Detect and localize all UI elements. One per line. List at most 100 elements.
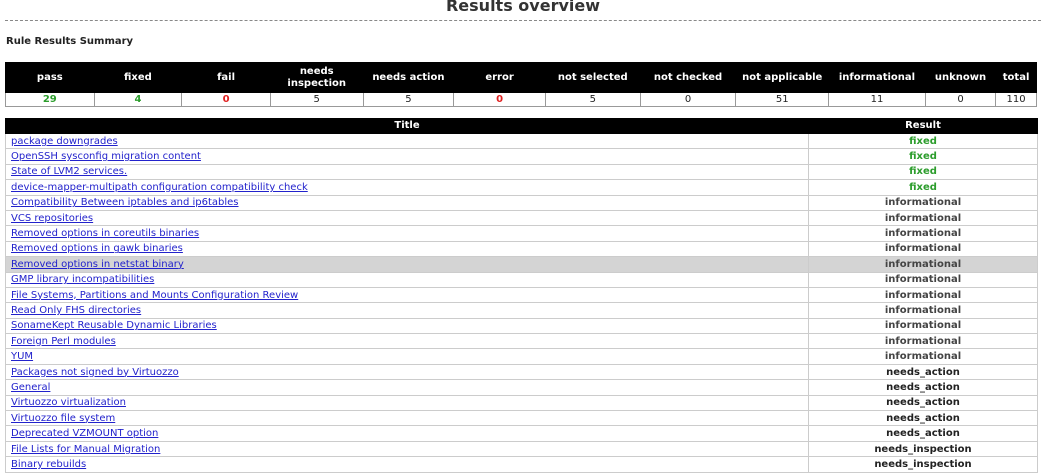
result-status: informational <box>808 271 1038 288</box>
rule-title-link[interactable]: Compatibility Between iptables and ip6ta… <box>11 197 239 208</box>
summary-header-pass: pass <box>5 62 95 93</box>
result-status: needs_action <box>808 363 1038 381</box>
result-status: informational <box>808 302 1038 319</box>
rule-title-link[interactable]: Deprecated VZMOUNT option <box>11 428 158 439</box>
result-title-cell: Removed options in coreutils binaries <box>5 225 809 242</box>
result-status: fixed <box>808 179 1038 196</box>
result-row: package downgrades fixed <box>5 132 1038 150</box>
result-status: informational <box>808 333 1038 350</box>
result-row: Read Only FHS directories informational <box>5 302 1038 319</box>
rule-title-link[interactable]: Removed options in gawk binaries <box>11 243 183 254</box>
result-status: needs_inspection <box>808 440 1038 458</box>
rule-title-link[interactable]: File Systems, Partitions and Mounts Conf… <box>11 290 298 301</box>
result-status: informational <box>808 348 1038 365</box>
summary-value-needs-action: 5 <box>362 92 455 107</box>
result-title-cell: Read Only FHS directories <box>5 302 809 319</box>
rule-title-link[interactable]: package downgrades <box>11 136 118 147</box>
summary-header-row: pass fixed fail needs inspection needs a… <box>5 62 1037 93</box>
result-row: Removed options in coreutils binaries inf… <box>5 225 1038 242</box>
summary-value-not-checked: 0 <box>639 92 737 107</box>
summary-value-row: 29 4 0 5 5 0 5 0 51 11 0 110 <box>5 92 1037 107</box>
result-status: informational <box>808 256 1038 273</box>
result-row: Removed options in netstat binary informa… <box>5 256 1038 273</box>
rule-title-link[interactable]: SonameKept Reusable Dynamic Libraries <box>11 320 217 331</box>
summary-value-not-selected: 5 <box>544 92 641 107</box>
result-row: File Systems, Partitions and Mounts Conf… <box>5 286 1038 304</box>
summary-header-error: error <box>453 62 546 93</box>
rule-title-link[interactable]: General <box>11 382 50 393</box>
rule-title-link[interactable]: device-mapper-multipath configuration co… <box>11 182 308 193</box>
result-row: Compatibility Between iptables and ip6ta… <box>5 194 1038 211</box>
summary-value-total: 110 <box>995 92 1037 107</box>
result-title-cell: Deprecated VZMOUNT option <box>5 425 809 442</box>
rule-title-link[interactable]: Virtuozzo virtualization <box>11 397 126 408</box>
summary-value-pass: 29 <box>5 92 95 107</box>
result-status: informational <box>808 225 1038 242</box>
result-row: VCS repositories informational <box>5 209 1038 227</box>
result-row: GMP library incompatibilities information… <box>5 271 1038 288</box>
summary-value-not-applicable: 51 <box>735 92 830 107</box>
result-row: Binary rebuilds needs_inspection <box>5 456 1038 473</box>
rule-title-link[interactable]: VCS repositories <box>11 213 93 224</box>
results-header-title: Title <box>5 118 809 134</box>
result-title-cell: Virtuozzo file system <box>5 410 809 427</box>
result-status: fixed <box>808 132 1038 150</box>
result-title-cell: Removed options in gawk binaries <box>5 240 809 258</box>
result-row: Foreign Perl modules informational <box>5 333 1038 350</box>
result-status: fixed <box>808 148 1038 165</box>
page-title: Results overview <box>445 0 601 15</box>
result-row: Packages not signed by Virtuozzo needs_ac… <box>5 363 1038 381</box>
result-status: informational <box>808 286 1038 304</box>
results-header-row: Title Result <box>5 118 1038 134</box>
rule-title-link[interactable]: Removed options in coreutils binaries <box>11 228 199 239</box>
summary-value-informational: 11 <box>828 92 926 107</box>
result-row: Virtuozzo virtualization needs_action <box>5 394 1038 412</box>
result-status: informational <box>808 209 1038 227</box>
rule-title-link[interactable]: OpenSSH sysconfig migration content <box>11 151 201 162</box>
result-title-cell: package downgrades <box>5 132 809 150</box>
result-title-cell: General <box>5 379 809 396</box>
result-row: OpenSSH sysconfig migration content fixed <box>5 148 1038 165</box>
summary-header-not-applicable: not applicable <box>735 62 830 93</box>
rule-title-link[interactable]: File Lists for Manual Migration <box>11 444 160 455</box>
result-title-cell: device-mapper-multipath configuration co… <box>5 179 809 196</box>
summary-header-fail: fail <box>181 62 271 93</box>
result-row: State of LVM2 services. fixed <box>5 163 1038 181</box>
result-status: informational <box>808 317 1038 335</box>
result-status: needs_action <box>808 379 1038 396</box>
result-status: needs_action <box>808 394 1038 412</box>
rule-title-link[interactable]: Virtuozzo file system <box>11 413 115 424</box>
result-title-cell: Binary rebuilds <box>5 456 809 473</box>
result-title-cell: State of LVM2 services. <box>5 163 809 181</box>
summary-header-not-selected: not selected <box>544 62 641 93</box>
result-title-cell: SonameKept Reusable Dynamic Libraries <box>5 317 809 335</box>
results-body: package downgrades fixed OpenSSH sysconfig… <box>5 132 1038 473</box>
result-row: General needs_action <box>5 379 1038 396</box>
rule-title-link[interactable]: Binary rebuilds <box>11 459 86 470</box>
result-title-cell: OpenSSH sysconfig migration content <box>5 148 809 165</box>
summary-value-unknown: 0 <box>924 92 997 107</box>
rule-results-summary-table: pass fixed fail needs inspection needs a… <box>5 62 1037 107</box>
result-title-cell: Compatibility Between iptables and ip6ta… <box>5 194 809 211</box>
summary-header-fixed: fixed <box>93 62 183 93</box>
summary-header-needs-inspection: needs inspection <box>269 62 364 93</box>
rule-title-link[interactable]: YUM <box>11 351 33 362</box>
result-title-cell: Virtuozzo virtualization <box>5 394 809 412</box>
result-title-cell: File Systems, Partitions and Mounts Conf… <box>5 286 809 304</box>
rule-title-link[interactable]: State of LVM2 services. <box>11 166 127 177</box>
result-row: YUM informational <box>5 348 1038 365</box>
summary-header-not-checked: not checked <box>639 62 737 93</box>
summary-header-unknown: unknown <box>924 62 997 93</box>
rule-title-link[interactable]: Foreign Perl modules <box>11 336 116 347</box>
result-status: needs_action <box>808 425 1038 442</box>
result-title-cell: Removed options in netstat binary <box>5 256 809 273</box>
summary-header-informational: informational <box>828 62 926 93</box>
rule-title-link[interactable]: Removed options in netstat binary <box>11 259 184 270</box>
result-status: informational <box>808 240 1038 258</box>
result-row: SonameKept Reusable Dynamic Libraries inf… <box>5 317 1038 335</box>
result-status: informational <box>808 194 1038 211</box>
rule-title-link[interactable]: GMP library incompatibilities <box>11 274 154 285</box>
rule-title-link[interactable]: Read Only FHS directories <box>11 305 141 316</box>
result-status: needs_action <box>808 410 1038 427</box>
rule-title-link[interactable]: Packages not signed by Virtuozzo <box>11 367 179 378</box>
